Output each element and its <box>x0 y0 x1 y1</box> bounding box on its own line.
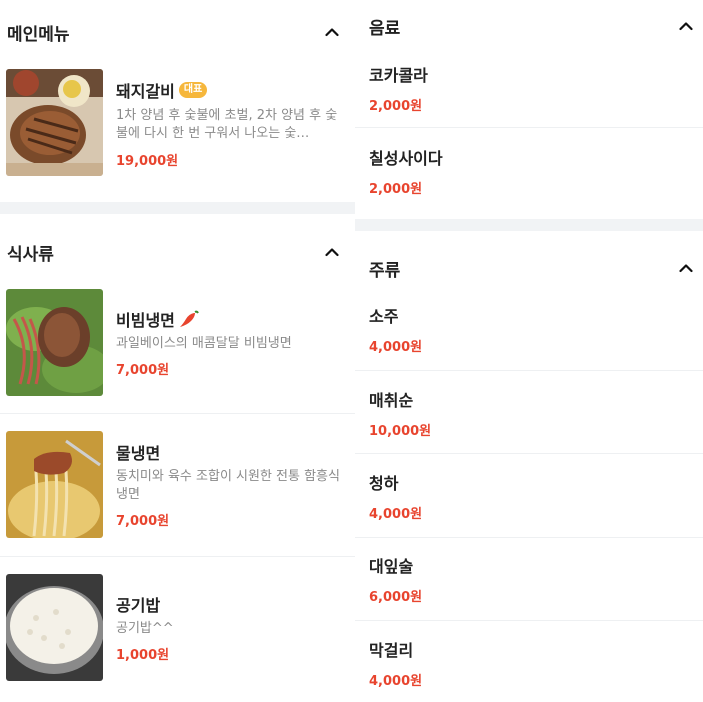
item-name: 돼지갈비 대표 <box>116 78 208 102</box>
section-title: 메인메뉴 <box>7 24 70 45</box>
right-menu-column: 음료 코카콜라 2,000원 칠성사이다 2,000원 주류 소주 4,000원… <box>355 0 703 702</box>
item-price: 4,000원 <box>369 340 423 355</box>
section-header-alcohol[interactable]: 주류 <box>355 238 703 298</box>
item-price: 19,000원 <box>116 154 179 169</box>
dwaeji-galbi-photo <box>6 69 103 176</box>
item-name: 칠성사이다 <box>369 149 443 168</box>
item-name: 매취순 <box>369 391 414 410</box>
item-price: 4,000원 <box>369 674 423 689</box>
gonggibap-photo <box>6 574 103 681</box>
item-name: 비빔냉면 <box>116 307 199 331</box>
section-divider <box>355 219 703 231</box>
item-price: 7,000원 <box>116 514 170 529</box>
section-header-meals[interactable]: 식사류 <box>0 222 355 282</box>
menu-item-makgeolli[interactable]: 막걸리 4,000원 <box>355 621 703 702</box>
item-name: 청하 <box>369 474 399 493</box>
item-price: 2,000원 <box>369 99 423 114</box>
section-header-drinks[interactable]: 음료 <box>355 0 703 56</box>
item-price: 1,000원 <box>116 648 170 663</box>
menu-item-maechwisoon[interactable]: 매취순 10,000원 <box>355 371 703 454</box>
item-description: 공기밥^^ <box>116 621 174 636</box>
menu-item-gonggibap[interactable]: 공기밥 공기밥^^ 1,000원 <box>0 557 355 697</box>
item-name: 소주 <box>369 307 399 326</box>
item-price: 7,000원 <box>116 363 170 378</box>
item-name: 물냉면 <box>116 444 161 463</box>
section-header-main-menu[interactable]: 메인메뉴 <box>0 2 355 62</box>
item-price: 6,000원 <box>369 590 423 605</box>
chevron-up-icon[interactable] <box>675 257 697 279</box>
left-menu-column: 메인메뉴 돼지갈비 대표 1차 양념 후 숯불에 초벌, 2차 양념 후 숯불에… <box>0 0 355 702</box>
menu-item-soju[interactable]: 소주 4,000원 <box>355 296 703 371</box>
mul-naengmyeon-photo <box>6 431 103 538</box>
item-description: 과일베이스의 매콤달달 비빔냉면 <box>116 336 292 351</box>
section-title: 주류 <box>369 260 401 281</box>
item-price: 2,000원 <box>369 182 423 197</box>
item-name: 공기밥 <box>116 596 161 615</box>
menu-item-daeipsul[interactable]: 대잎술 6,000원 <box>355 538 703 621</box>
item-name: 코카콜라 <box>369 66 428 85</box>
item-price: 10,000원 <box>369 424 432 439</box>
menu-item-bibim-naengmyeon[interactable]: 비빔냉면 과일베이스의 매콤달달 비빔냉면 7,000원 <box>0 283 355 414</box>
menu-item-coca-cola[interactable]: 코카콜라 2,000원 <box>355 52 703 128</box>
bibim-naengmyeon-photo <box>6 289 103 396</box>
section-title: 식사류 <box>7 244 54 265</box>
item-name: 막걸리 <box>369 641 414 660</box>
chevron-up-icon[interactable] <box>321 21 343 43</box>
menu-item-cheongha[interactable]: 청하 4,000원 <box>355 454 703 538</box>
chevron-up-icon[interactable] <box>321 241 343 263</box>
section-divider <box>0 202 355 214</box>
item-description: 동치미와 육수 조합이 시원한 전통 함흥식 냉면 <box>116 469 340 502</box>
section-title: 음료 <box>369 18 401 39</box>
menu-item-chilsung-cider[interactable]: 칠성사이다 2,000원 <box>355 128 703 218</box>
chili-pepper-icon <box>179 310 199 328</box>
signature-badge: 대표 <box>178 82 208 98</box>
item-name: 대잎술 <box>369 557 414 576</box>
chevron-up-icon[interactable] <box>675 15 697 37</box>
menu-item-dwaeji-galbi[interactable]: 돼지갈비 대표 1차 양념 후 숯불에 초벌, 2차 양념 후 숯불에 다시 한… <box>0 62 355 202</box>
item-price: 4,000원 <box>369 507 423 522</box>
menu-item-mul-naengmyeon[interactable]: 물냉면 동치미와 육수 조합이 시원한 전통 함흥식 냉면 7,000원 <box>0 414 355 557</box>
item-description: 1차 양념 후 숯불에 초벌, 2차 양념 후 숯불에 다시 한 번 구워서 나… <box>116 108 338 141</box>
